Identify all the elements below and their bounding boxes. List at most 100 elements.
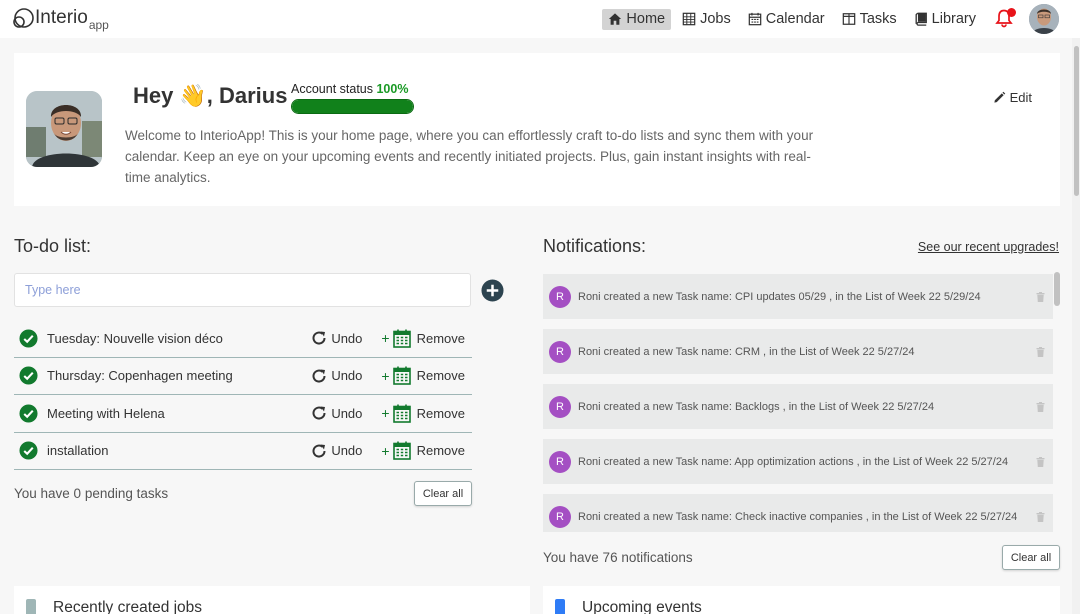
wave-hand-icon: 👋 bbox=[179, 83, 207, 108]
logo-main-text: Interio bbox=[35, 7, 88, 28]
undo-button[interactable]: Undo bbox=[311, 443, 362, 459]
notification-text: Roni created a new Task name: Check inac… bbox=[578, 510, 1018, 523]
todo-item: Tuesday: Nouvelle vision déco Undo + Rem… bbox=[14, 320, 472, 358]
notification-avatar: R bbox=[549, 395, 571, 418]
plus-sign: + bbox=[381, 367, 390, 384]
todo-input[interactable] bbox=[14, 273, 471, 307]
remove-button[interactable]: + Remove bbox=[381, 329, 465, 348]
notifications-title: Notifications: bbox=[543, 236, 647, 256]
notification-item[interactable]: R Roni created a new Task name: Backlogs… bbox=[543, 384, 1053, 429]
recent-upgrades-link[interactable]: See our recent upgrades! bbox=[918, 240, 1059, 254]
notification-text: Roni created a new Task name: App optimi… bbox=[578, 455, 1009, 468]
trash-icon[interactable] bbox=[1036, 346, 1045, 357]
todo-item-text: installation bbox=[47, 443, 109, 459]
nav-item-tasks[interactable]: Tasks bbox=[836, 9, 903, 30]
add-todo-button[interactable] bbox=[481, 279, 504, 302]
remove-button[interactable]: + Remove bbox=[381, 441, 465, 461]
edit-label: Edit bbox=[1009, 90, 1032, 105]
calendar-add-icon bbox=[392, 404, 411, 423]
profile-photo[interactable] bbox=[26, 91, 102, 167]
trash-icon[interactable] bbox=[1036, 511, 1045, 522]
trash-icon[interactable] bbox=[1036, 456, 1045, 467]
undo-label: Undo bbox=[331, 330, 363, 346]
account-status-progress-fill bbox=[292, 100, 413, 113]
todo-item: Meeting with Helena Undo + Remove bbox=[14, 395, 472, 433]
account-status-value: 100% bbox=[376, 82, 409, 96]
notification-avatar: R bbox=[549, 505, 571, 528]
nav-item-calendar[interactable]: Calendar bbox=[742, 9, 831, 30]
notification-item[interactable]: R Roni created a new Task name: CRM , in… bbox=[543, 329, 1053, 374]
top-navbar: Interio app Home Jobs Calendar Tasks Lib… bbox=[0, 0, 1080, 38]
upcoming-events-card: Upcoming events bbox=[543, 586, 1060, 614]
todo-title: To-do list: bbox=[14, 236, 92, 256]
undo-label: Undo bbox=[331, 443, 363, 459]
notification-avatar: R bbox=[549, 450, 571, 473]
todo-item: installation Undo + Remove bbox=[14, 433, 472, 470]
account-status-label-row: Account status 100% bbox=[291, 82, 414, 96]
plus-sign: + bbox=[381, 405, 390, 422]
notification-item[interactable]: R Roni created a new Task name: CPI upda… bbox=[543, 274, 1053, 319]
notification-item[interactable]: R Roni created a new Task name: App opti… bbox=[543, 439, 1053, 484]
trash-icon[interactable] bbox=[1036, 291, 1045, 302]
check-circle-icon[interactable] bbox=[19, 366, 38, 385]
book-icon bbox=[915, 12, 927, 26]
notification-text: Roni created a new Task name: Backlogs ,… bbox=[578, 400, 935, 413]
notifications-count: You have 76 notifications bbox=[543, 550, 693, 565]
undo-button[interactable]: Undo bbox=[311, 405, 362, 421]
upcoming-events-title: Upcoming events bbox=[582, 599, 702, 614]
check-circle-icon[interactable] bbox=[19, 329, 38, 348]
undo-button[interactable]: Undo bbox=[311, 368, 362, 384]
greeting-heading: Hey 👋 , Darius bbox=[133, 83, 287, 109]
page-scrollbar[interactable] bbox=[1072, 38, 1080, 614]
avatar-photo-icon bbox=[1029, 4, 1059, 34]
remove-label: Remove bbox=[416, 330, 465, 346]
todo-item-text: Thursday: Copenhagen meeting bbox=[47, 368, 233, 384]
notifications-list[interactable]: R Roni created a new Task name: CPI upda… bbox=[543, 274, 1053, 532]
nav-item-label: Tasks bbox=[859, 11, 897, 27]
todo-item-actions: Undo + Remove bbox=[311, 441, 465, 461]
trash-icon[interactable] bbox=[1036, 401, 1045, 412]
todo-item-text: Meeting with Helena bbox=[47, 405, 165, 421]
page-scrollbar-thumb[interactable] bbox=[1074, 46, 1079, 196]
pencil-icon bbox=[993, 91, 1005, 103]
check-circle-icon[interactable] bbox=[19, 441, 38, 460]
remove-button[interactable]: + Remove bbox=[381, 366, 465, 386]
check-circle-icon[interactable] bbox=[19, 404, 38, 423]
notifications-bell[interactable] bbox=[994, 8, 1016, 30]
clear-todos-button[interactable]: Clear all bbox=[414, 481, 472, 506]
redo-arrow-icon bbox=[312, 369, 326, 383]
nav-item-label: Home bbox=[626, 11, 666, 27]
recent-jobs-card: Recently created jobs bbox=[14, 586, 530, 614]
undo-button[interactable]: Undo bbox=[311, 330, 362, 346]
upcoming-events-accent-bar bbox=[555, 599, 565, 614]
notification-text: Roni created a new Task name: CRM , in t… bbox=[578, 345, 915, 358]
welcome-intro-text: Welcome to InterioApp! This is your home… bbox=[125, 128, 814, 185]
account-status-label: Account status bbox=[291, 82, 373, 96]
plus-sign: + bbox=[381, 330, 390, 347]
todo-list: Tuesday: Nouvelle vision déco Undo + Rem… bbox=[14, 320, 472, 470]
calendar-add-icon bbox=[392, 441, 411, 461]
redo-arrow-icon bbox=[312, 406, 326, 420]
logo[interactable]: Interio app bbox=[12, 7, 109, 32]
todo-item-actions: Undo + Remove bbox=[311, 329, 465, 348]
user-name: , Darius bbox=[206, 83, 288, 108]
redo-arrow-icon bbox=[312, 444, 326, 458]
plus-sign: + bbox=[381, 442, 390, 459]
avatar[interactable] bbox=[1029, 4, 1059, 34]
nav-item-home[interactable]: Home bbox=[602, 8, 672, 30]
pending-tasks-count: You have 0 pending tasks bbox=[14, 486, 169, 501]
redo-arrow-icon bbox=[312, 331, 326, 345]
edit-profile-button[interactable]: Edit bbox=[993, 90, 1032, 105]
clear-notifications-button[interactable]: Clear all bbox=[1002, 545, 1060, 570]
notification-avatar: R bbox=[549, 285, 571, 308]
greeting-text: Hey bbox=[133, 83, 174, 108]
nav-item-library[interactable]: Library bbox=[908, 9, 982, 30]
notifications-scrollbar-thumb[interactable] bbox=[1054, 272, 1060, 306]
notification-text: Roni created a new Task name: CPI update… bbox=[578, 290, 981, 303]
home-icon bbox=[609, 13, 622, 25]
remove-button[interactable]: + Remove bbox=[381, 404, 465, 423]
notification-item[interactable]: R Roni created a new Task name: Check in… bbox=[543, 494, 1053, 532]
account-status: Account status 100% bbox=[291, 82, 414, 114]
nav-item-jobs[interactable]: Jobs bbox=[676, 9, 737, 30]
todo-item-actions: Undo + Remove bbox=[311, 404, 465, 423]
